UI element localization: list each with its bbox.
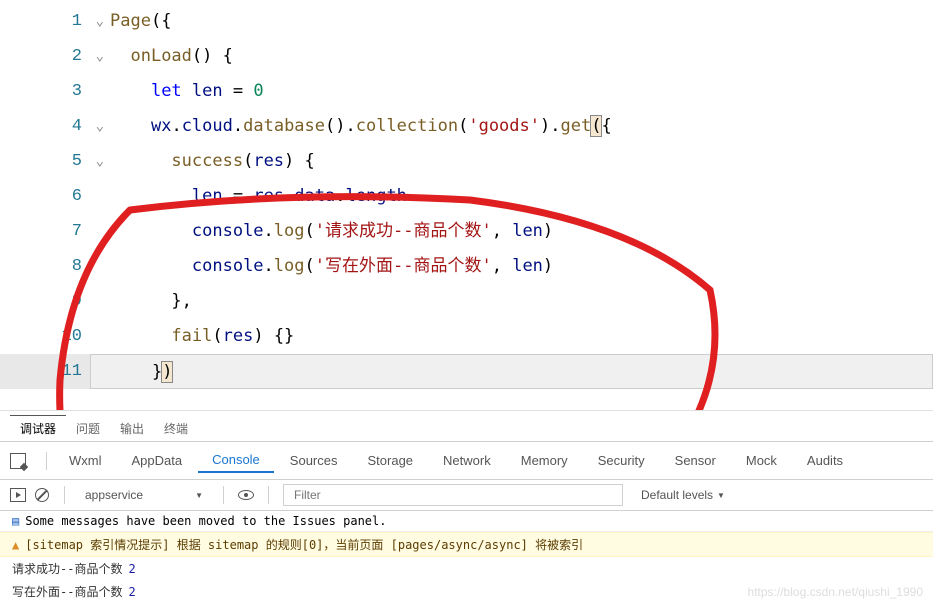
tab-audits[interactable]: Audits [793, 449, 857, 472]
bottom-panel-tabs: 调试器 问题 输出 终端 [0, 410, 933, 441]
clear-console-icon[interactable] [34, 487, 50, 503]
separator [223, 486, 224, 504]
context-selector[interactable]: appservice [79, 486, 209, 504]
tab-mock[interactable]: Mock [732, 449, 791, 472]
tab-security[interactable]: Security [584, 449, 659, 472]
tab-sensor[interactable]: Sensor [661, 449, 730, 472]
devtools-tabs: Wxml AppData Console Sources Storage Net… [0, 442, 933, 480]
console-log-message: 写在外面--商品个数 2 https://blog.csdn.net/qiush… [0, 580, 933, 603]
code-editor[interactable]: 1⌄ 2⌄ 3 4⌄ 5⌄ 6 7 8 9 10 11 Page({ onLoa… [0, 0, 933, 410]
console-issue-message: ▤ Some messages have been moved to the I… [0, 511, 933, 532]
tab-sources[interactable]: Sources [276, 449, 352, 472]
separator [64, 486, 65, 504]
line-number: 10 [62, 327, 82, 346]
live-expression-icon[interactable] [238, 487, 254, 503]
line-number: 5 [72, 152, 82, 171]
line-number: 1 [72, 12, 82, 31]
line-number: 4 [72, 117, 82, 136]
separator [46, 452, 47, 470]
tab-terminal[interactable]: 终端 [154, 415, 198, 441]
console-messages[interactable]: ▤ Some messages have been moved to the I… [0, 511, 933, 603]
tab-appdata[interactable]: AppData [118, 449, 197, 472]
line-number: 2 [72, 47, 82, 66]
tab-network[interactable]: Network [429, 449, 505, 472]
tab-storage[interactable]: Storage [354, 449, 428, 472]
sidebar-toggle-icon[interactable] [10, 487, 26, 503]
watermark: https://blog.csdn.net/qiushi_1990 [748, 585, 923, 599]
tab-wxml[interactable]: Wxml [55, 449, 116, 472]
element-inspector-icon[interactable] [10, 453, 26, 469]
console-filter-input[interactable] [283, 484, 623, 506]
line-gutter: 1⌄ 2⌄ 3 4⌄ 5⌄ 6 7 8 9 10 11 [0, 0, 90, 410]
devtools-panel: Wxml AppData Console Sources Storage Net… [0, 441, 933, 603]
console-toolbar: appservice Default levels [0, 480, 933, 511]
separator [268, 486, 269, 504]
tab-output[interactable]: 输出 [110, 415, 154, 441]
console-warning-message: ▲ [sitemap 索引情况提示] 根据 sitemap 的规则[0]，当前页… [0, 532, 933, 557]
line-number: 11 [62, 362, 82, 381]
line-number: 8 [72, 257, 82, 276]
line-number: 7 [72, 222, 82, 241]
tab-problems[interactable]: 问题 [66, 415, 110, 441]
tab-memory[interactable]: Memory [507, 449, 582, 472]
line-number: 3 [72, 82, 82, 101]
issue-icon: ▤ [12, 514, 19, 528]
console-log-message: 请求成功--商品个数 2 [0, 557, 933, 580]
line-number: 9 [72, 292, 82, 311]
code-content[interactable]: Page({ onLoad() { let len = 0 wx.cloud.d… [90, 0, 933, 410]
log-levels-selector[interactable]: Default levels [641, 488, 725, 502]
tab-console[interactable]: Console [198, 448, 274, 473]
line-number: 6 [72, 187, 82, 206]
warning-icon: ▲ [12, 538, 19, 552]
tab-debugger[interactable]: 调试器 [10, 415, 66, 441]
